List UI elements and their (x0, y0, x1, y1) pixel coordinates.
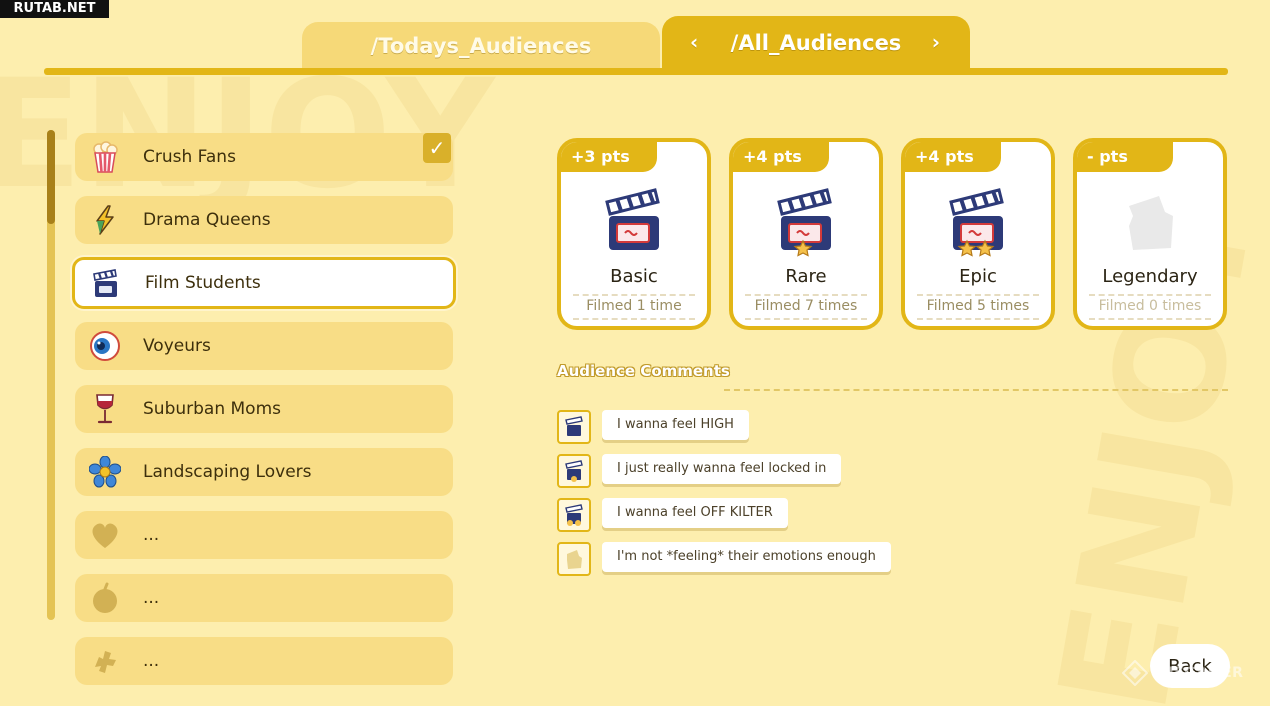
tab-all-audiences[interactable]: ‹ /All_Audiences › (662, 16, 970, 70)
tab-next-arrow-icon[interactable]: › (932, 30, 940, 54)
clapperboard-star-avatar-icon (557, 454, 591, 488)
tab-prev-arrow-icon[interactable]: ‹ (690, 30, 698, 54)
fruit-silhouette-icon (89, 582, 121, 614)
tab-bar-underline (44, 68, 1228, 75)
tier-filmed-count: Filmed 1 time (573, 294, 695, 320)
thegamer-wordmark: THEGAMER (1152, 665, 1244, 681)
audience-label: ... (143, 525, 160, 545)
audience-label: Suburban Moms (143, 399, 281, 419)
lightning-icon (89, 204, 121, 236)
tier-name: Rare (785, 266, 827, 287)
tier-points: +3 pts (561, 142, 657, 172)
locked-silhouette-avatar-icon (557, 542, 591, 576)
tier-points: - pts (1077, 142, 1173, 172)
audience-label: Voyeurs (143, 336, 211, 356)
clapperboard-two-stars-icon (947, 186, 1011, 258)
flower-icon (89, 456, 121, 488)
tier-points: +4 pts (905, 142, 1001, 172)
tier-card-epic[interactable]: +4 pts Epic Filmed 5 times (901, 138, 1055, 330)
tier-card-basic[interactable]: +3 pts Basic Filmed 1 time (557, 138, 711, 330)
tier-filmed-count: Filmed 5 times (917, 294, 1039, 320)
audience-item-film-students[interactable]: Film Students (72, 257, 456, 309)
clapperboard-icon (603, 186, 667, 258)
audience-item-suburban-moms[interactable]: Suburban Moms (75, 385, 453, 433)
eyeball-icon (89, 330, 121, 362)
tier-name: Legendary (1102, 266, 1198, 287)
comment-bubble: I just really wanna feel locked in (602, 454, 842, 484)
audience-comments-title: Audience Comments (557, 362, 730, 380)
clapperboard-avatar-icon (557, 410, 591, 444)
audience-item-landscaping-lovers[interactable]: Landscaping Lovers (75, 448, 453, 496)
audience-list: Crush Fans ✓ Drama Queens Film Students (72, 133, 456, 700)
site-watermark: RUTAB.NET (0, 0, 109, 18)
audience-label: ... (143, 588, 160, 608)
comments-divider (724, 389, 1228, 391)
tier-card-legendary[interactable]: - pts Legendary Filmed 0 times (1073, 138, 1227, 330)
audience-item-voyeurs[interactable]: Voyeurs (75, 322, 453, 370)
tier-name: Basic (610, 266, 658, 287)
audience-item-locked[interactable]: ... (75, 511, 453, 559)
audience-item-crush-fans[interactable]: Crush Fans ✓ (75, 133, 453, 181)
heart-silhouette-icon (89, 519, 121, 551)
clapperboard-star-icon (775, 186, 839, 258)
tab-todays-label: /Todays_Audiences (370, 34, 592, 58)
tier-points: +4 pts (733, 142, 829, 172)
audience-item-locked[interactable]: ... (75, 637, 453, 685)
tier-name: Epic (959, 266, 997, 287)
tab-all-label: /All_Audiences (730, 31, 902, 55)
thegamer-watermark: THEGAMER (1122, 660, 1243, 686)
popcorn-icon (89, 141, 121, 173)
tab-todays-audiences[interactable]: /Todays_Audiences (302, 22, 660, 70)
tier-filmed-count: Filmed 0 times (1089, 294, 1211, 320)
audience-item-drama-queens[interactable]: Drama Queens (75, 196, 453, 244)
wine-glass-icon (89, 393, 121, 425)
locked-silhouette-icon (1119, 186, 1183, 258)
audience-label: Drama Queens (143, 210, 271, 230)
audience-label: Crush Fans (143, 147, 236, 167)
comment-bubble: I wanna feel OFF KILTER (602, 498, 788, 528)
audience-label: ... (143, 651, 160, 671)
thegamer-logo-icon (1122, 660, 1148, 686)
creature-silhouette-icon (89, 645, 121, 677)
audience-label: Film Students (145, 273, 261, 293)
tier-filmed-count: Filmed 7 times (745, 294, 867, 320)
clapperboard-two-stars-avatar-icon (557, 498, 591, 532)
comment-bubble: I wanna feel HIGH (602, 410, 749, 440)
audience-label: Landscaping Lovers (143, 462, 312, 482)
comment-bubble: I'm not *feeling* their emotions enough (602, 542, 891, 572)
audience-item-locked[interactable]: ... (75, 574, 453, 622)
clapperboard-icon (89, 268, 121, 300)
list-scrollbar-thumb[interactable] (47, 130, 55, 224)
checkmark-icon: ✓ (423, 133, 451, 163)
tier-card-rare[interactable]: +4 pts Rare Filmed 7 times (729, 138, 883, 330)
